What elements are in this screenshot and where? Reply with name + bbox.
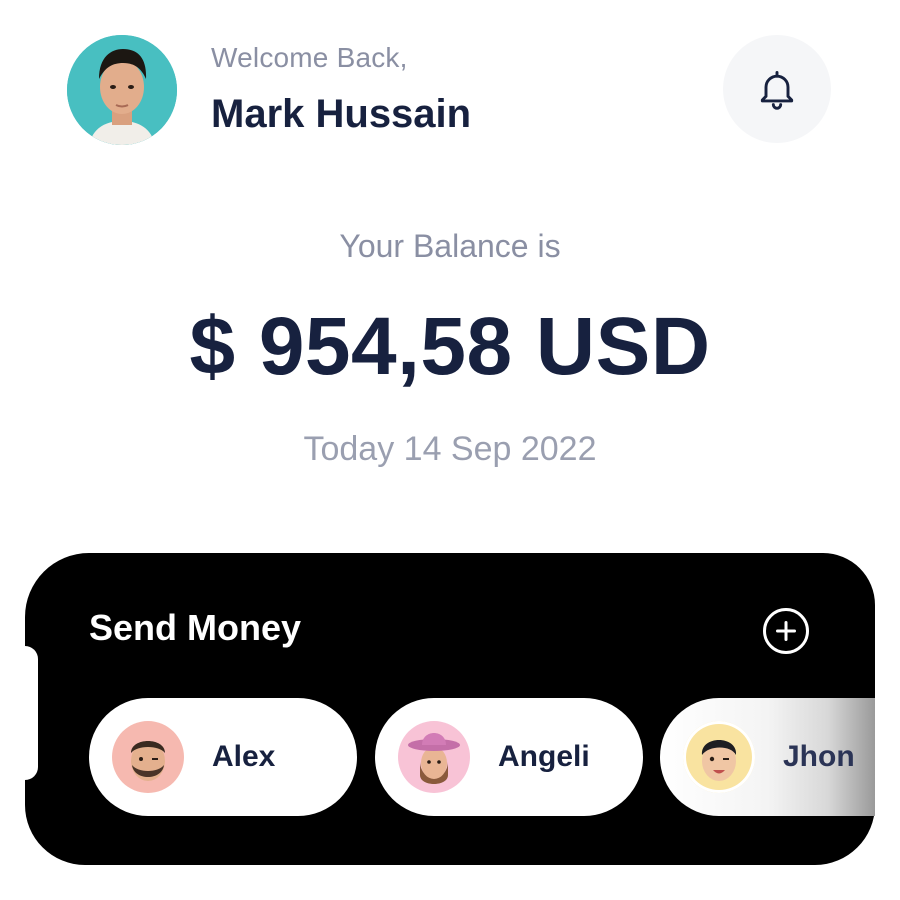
contact-chip-jhon[interactable]: Jhon — [660, 698, 875, 816]
contact-name: Alex — [212, 740, 276, 773]
card-notch — [25, 646, 38, 780]
contact-avatar — [683, 721, 755, 793]
contact-chip-alex[interactable]: Alex — [89, 698, 357, 816]
balance-label: Your Balance is — [339, 228, 561, 264]
welcome-text: Welcome Back, — [211, 42, 408, 73]
contact-name: Jhon — [783, 740, 855, 773]
user-name: Mark Hussain — [211, 92, 472, 136]
user-avatar-photo — [67, 35, 177, 145]
memoji-man-beard-icon — [131, 741, 165, 781]
add-contact-button[interactable] — [763, 608, 809, 654]
user-avatar[interactable] — [67, 35, 177, 145]
contact-avatar — [398, 721, 470, 793]
bell-icon — [760, 71, 794, 110]
memoji-man-wink-icon — [701, 740, 737, 781]
send-money-title: Send Money — [89, 607, 302, 648]
balance-amount: $ 954,58 USD — [189, 301, 711, 392]
balance-date: Today 14 Sep 2022 — [303, 430, 597, 468]
memoji-woman-cowboy-hat-icon — [408, 733, 460, 784]
notification-button[interactable] — [723, 35, 831, 143]
contact-name: Angeli — [498, 740, 590, 773]
contact-avatar — [112, 721, 184, 793]
contact-chip-angeli[interactable]: Angeli — [375, 698, 643, 816]
